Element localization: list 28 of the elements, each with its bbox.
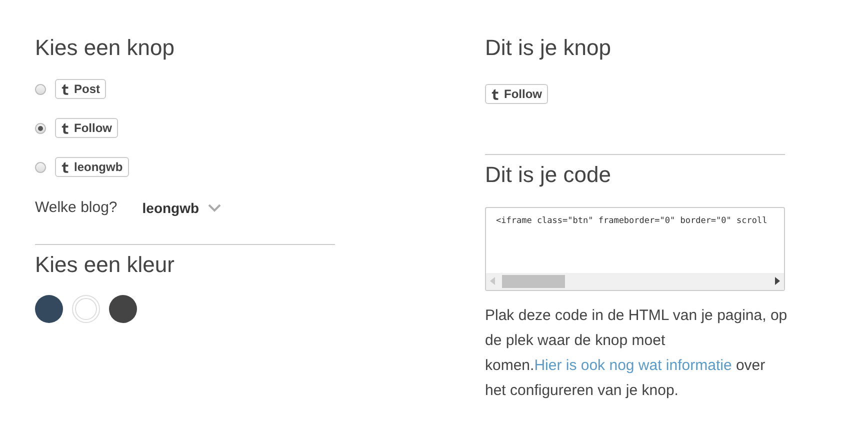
scroll-left-icon[interactable] bbox=[490, 277, 496, 285]
chevron-down-icon bbox=[208, 204, 222, 212]
section-heading: Kies een kleur bbox=[35, 251, 176, 279]
t-logo-icon bbox=[491, 88, 500, 100]
scrollbar-thumb[interactable] bbox=[502, 274, 565, 288]
follow-button-preview[interactable]: Follow bbox=[485, 84, 548, 104]
t-logo-icon bbox=[61, 162, 70, 172]
code-text: <iframe class="btn" frameborder="0" border="0" scroll bbox=[496, 216, 768, 226]
blog-dropdown[interactable]: leongwb bbox=[142, 200, 222, 216]
color-swatch[interactable] bbox=[35, 295, 63, 323]
follow-button-preview[interactable]: leongwb bbox=[55, 157, 129, 177]
color-swatch[interactable] bbox=[72, 295, 100, 323]
follow-button-preview[interactable]: Post bbox=[55, 79, 106, 99]
radio-button[interactable] bbox=[35, 162, 46, 172]
horizontal-scrollbar[interactable] bbox=[486, 272, 784, 290]
blog-label: Welke blog? bbox=[35, 199, 118, 216]
radio-button[interactable] bbox=[35, 84, 46, 94]
color-swatch[interactable] bbox=[109, 295, 137, 323]
section-heading: Dit is je knop bbox=[485, 34, 612, 62]
radio-button[interactable] bbox=[35, 122, 46, 134]
section-heading: Kies een knop bbox=[35, 34, 176, 62]
follow-button-preview[interactable]: Follow bbox=[55, 118, 118, 138]
code-box[interactable]: <iframe class="btn" frameborder="0" border="0" scroll bbox=[485, 206, 785, 290]
t-logo-icon bbox=[61, 84, 70, 94]
section-heading: Dit is je code bbox=[485, 160, 612, 188]
instructions-paragraph: Plak deze code in de HTML van je pagina, op de plek waar de knop moet komen.Hier is ook nog wat informatie over het configureren van je knop. bbox=[485, 306, 788, 400]
t-logo-icon bbox=[61, 122, 70, 134]
scroll-right-icon[interactable] bbox=[774, 277, 780, 285]
